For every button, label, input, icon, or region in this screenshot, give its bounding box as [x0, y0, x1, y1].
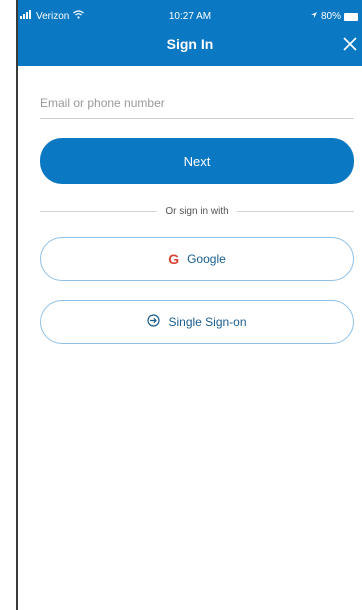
sso-button-label: Single Sign-on	[168, 315, 247, 329]
title-row: Sign In	[18, 32, 362, 58]
next-button[interactable]: Next	[40, 138, 354, 184]
status-right: 80%	[310, 10, 358, 24]
divider-line-right	[236, 210, 355, 212]
google-sign-in-button[interactable]: G Google	[40, 237, 354, 281]
left-edge	[0, 0, 18, 610]
close-icon[interactable]	[342, 36, 358, 52]
sso-sign-in-button[interactable]: Single Sign-on	[40, 300, 354, 344]
google-logo-icon: G	[168, 251, 180, 267]
or-divider: Or sign in with	[40, 204, 355, 218]
app-frame: Verizon 10:27 AM 80% Sign In Email or ph…	[0, 0, 362, 610]
battery-icon	[344, 13, 358, 21]
status-bar: Verizon 10:27 AM 80%	[18, 10, 362, 24]
battery-percent: 80%	[320, 11, 341, 22]
divider-label: Or sign in with	[165, 205, 229, 217]
email-field[interactable]	[40, 88, 354, 119]
page-title: Sign In	[166, 36, 214, 52]
sso-icon	[147, 314, 161, 330]
google-button-label: Google	[187, 252, 226, 266]
divider-line-left	[40, 210, 158, 212]
sign-in-screen: Verizon 10:27 AM 80% Sign In Email or ph…	[18, 0, 362, 610]
header-bar: Verizon 10:27 AM 80% Sign In	[18, 0, 362, 66]
location-icon	[310, 10, 318, 24]
